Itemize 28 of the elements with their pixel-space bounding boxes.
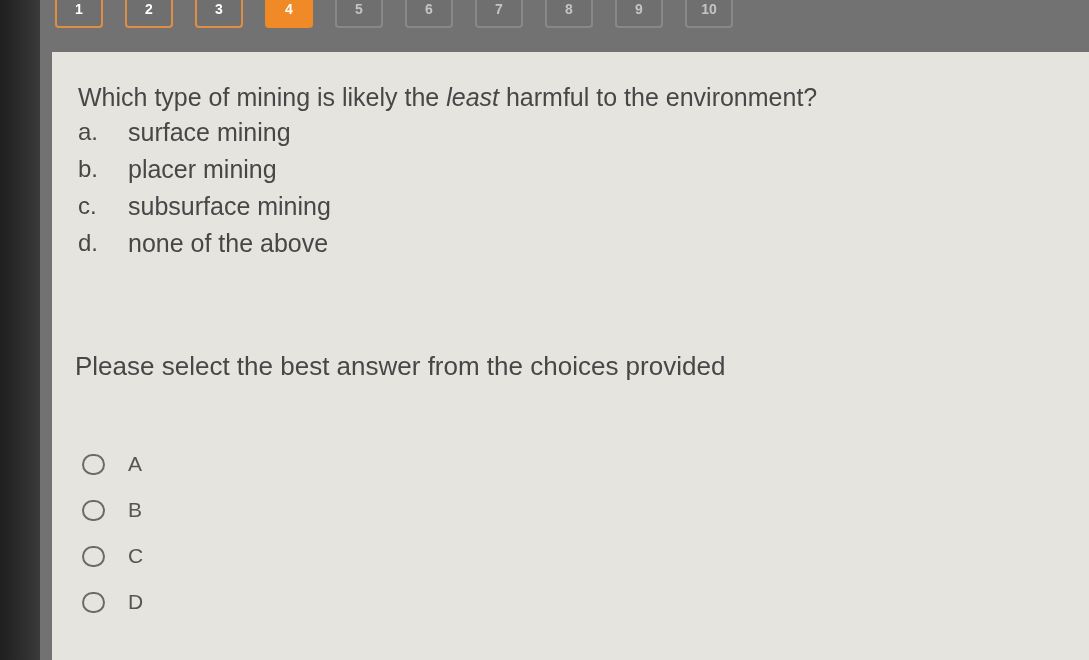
question-number-button[interactable]: 6 — [405, 0, 453, 28]
choice-text: surface mining — [128, 116, 291, 147]
answer-label: D — [128, 589, 144, 616]
question-number-button[interactable]: 2 — [125, 0, 173, 28]
question-number-button[interactable]: 3 — [195, 0, 243, 28]
choice-letter: d. — [78, 227, 99, 258]
choice-letter: a. — [78, 116, 99, 147]
question-number-button[interactable]: 8 — [545, 0, 593, 28]
question-number-button[interactable]: 4 — [265, 0, 313, 28]
choice-letter: c. — [78, 190, 98, 221]
answer-label: B — [128, 497, 142, 524]
radio-button[interactable] — [82, 545, 105, 567]
choice-text: placer mining — [128, 153, 277, 184]
question-number-button[interactable]: 1 — [55, 0, 103, 28]
question-number-button[interactable]: 5 — [335, 0, 383, 28]
question-number-button[interactable]: 7 — [475, 0, 523, 28]
question-number-button[interactable]: 9 — [615, 0, 663, 28]
radio-button[interactable] — [82, 591, 105, 613]
choice-text: subsurface mining — [128, 190, 331, 221]
choice-text: none of the above — [128, 227, 329, 258]
answer-label: A — [128, 451, 142, 478]
answer-label: C — [128, 543, 144, 570]
instruction-text: Please select the best answer from the choices provided — [75, 351, 726, 381]
radio-button[interactable] — [82, 499, 105, 521]
choice-letter: b. — [78, 153, 99, 184]
radio-button[interactable] — [82, 453, 105, 475]
question-number-button[interactable]: 10 — [685, 0, 733, 28]
question-text: Which type of mining is likely the least harmful to the environment? — [78, 82, 818, 112]
